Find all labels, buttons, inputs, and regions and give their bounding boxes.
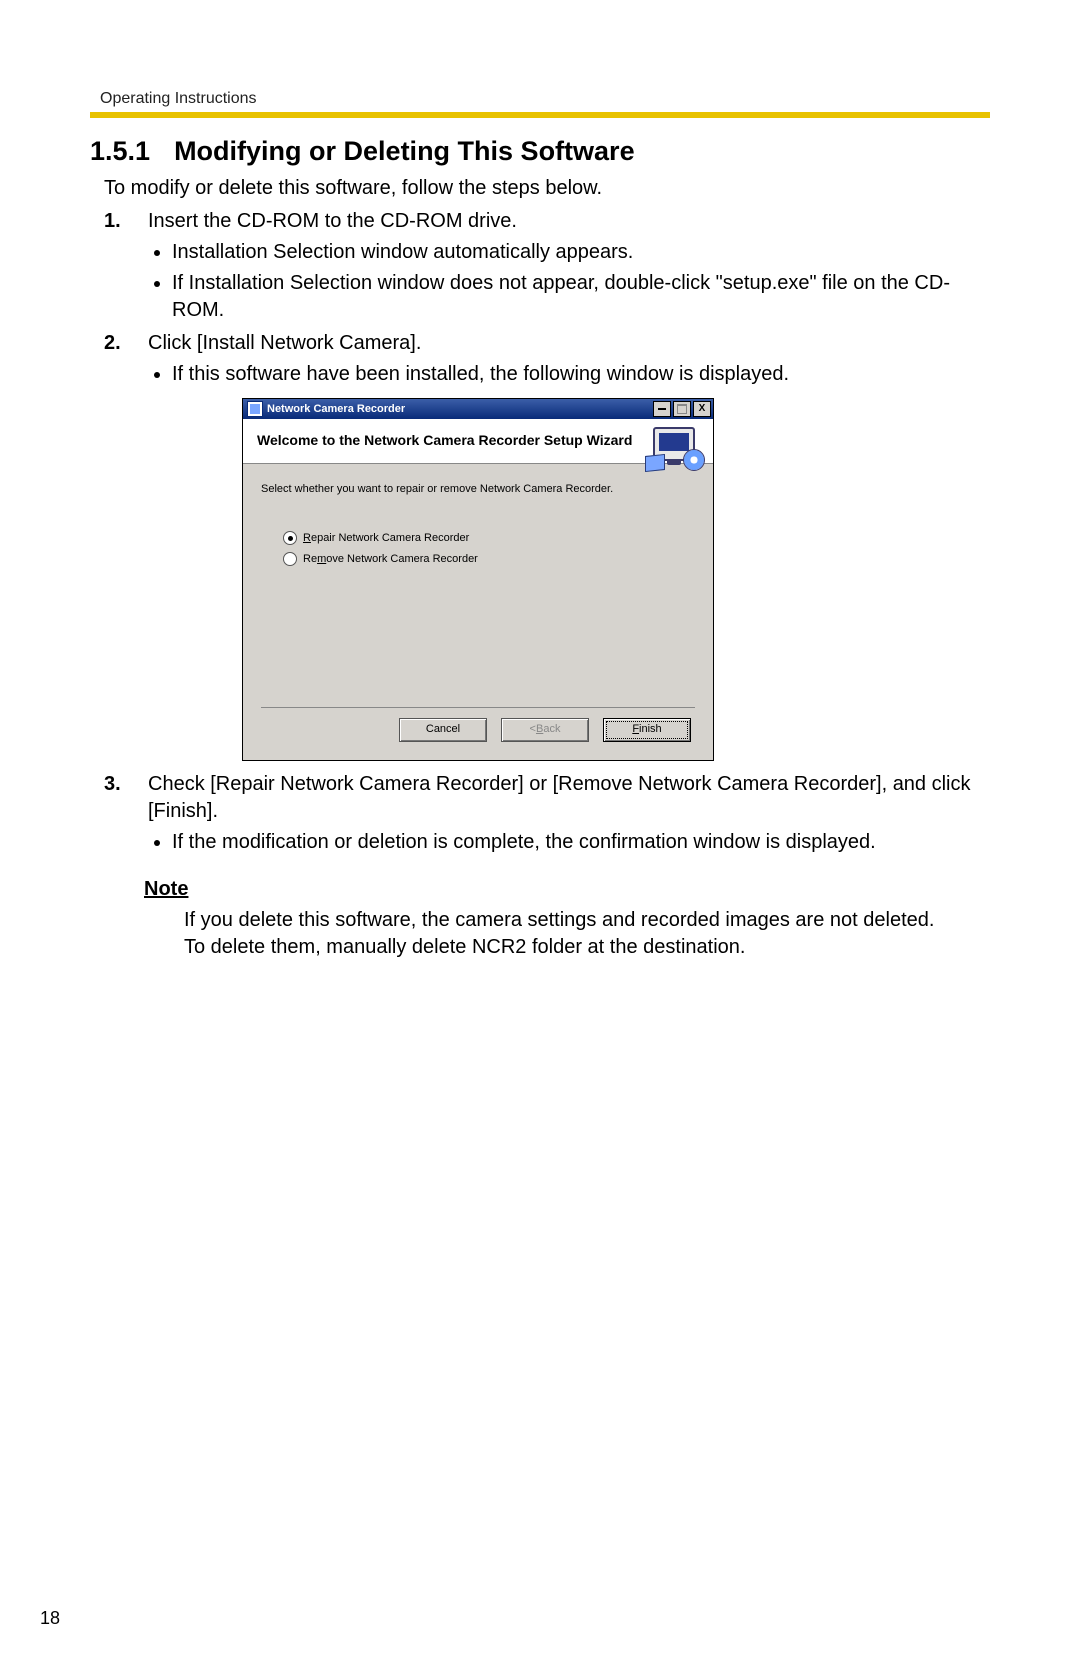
section-title-text: Modifying or Deleting This Software [174,136,635,166]
computer-disc-icon [645,425,705,471]
header-rule [90,112,990,118]
intro-text: To modify or delete this software, follo… [104,177,990,200]
step-2-bullet-1: If this software have been installed, th… [172,361,990,388]
step-2-number: 2. [104,330,121,357]
close-button[interactable]: X [693,401,711,417]
step-1: 1. Insert the CD-ROM to the CD-ROM drive… [104,208,990,324]
back-button[interactable]: < Back [501,718,589,742]
wizard-banner-title: Welcome to the Network Camera Recorder S… [257,431,633,449]
radio-remove-indicator [283,552,297,566]
minimize-button[interactable] [653,401,671,417]
radio-repair-indicator [283,531,297,545]
cancel-button[interactable]: Cancel [399,718,487,742]
running-header: Operating Instructions [100,90,990,108]
installer-window: Network Camera Recorder X Welcome to the… [242,398,714,761]
note-heading: Note [144,878,990,901]
wizard-banner: Welcome to the Network Camera Recorder S… [243,419,713,464]
window-title: Network Camera Recorder [267,402,651,417]
app-icon [247,401,263,417]
page-number: 18 [40,1608,60,1629]
finish-button[interactable]: Finish [603,718,691,742]
titlebar: Network Camera Recorder X [243,399,713,419]
step-3: 3. Check [Repair Network Camera Recorder… [104,771,990,856]
radio-repair[interactable]: Repair Network Camera Recorder [283,531,695,546]
maximize-button[interactable] [673,401,691,417]
step-1-bullet-2: If Installation Selection window does no… [172,270,990,324]
step-1-text: Insert the CD-ROM to the CD-ROM drive. [148,210,517,232]
note-body: If you delete this software, the camera … [184,907,960,961]
radio-remove-label: Remove Network Camera Recorder [303,552,478,567]
button-divider [261,707,695,708]
step-3-text: Check [Repair Network Camera Recorder] o… [148,773,971,822]
step-2-text: Click [Install Network Camera]. [148,332,421,354]
step-1-bullet-1: Installation Selection window automatica… [172,239,990,266]
radio-repair-label: Repair Network Camera Recorder [303,531,469,546]
step-1-number: 1. [104,208,121,235]
wizard-instruction: Select whether you want to repair or rem… [261,482,695,497]
section-number: 1.5.1 [90,136,150,167]
step-3-bullet-1: If the modification or deletion is compl… [172,829,990,856]
step-2: 2. Click [Install Network Camera]. If th… [104,330,990,761]
radio-remove[interactable]: Remove Network Camera Recorder [283,552,695,567]
wizard-panel: Select whether you want to repair or rem… [243,464,713,760]
section-heading: 1.5.1 Modifying or Deleting This Software [90,136,990,167]
step-3-number: 3. [104,771,121,798]
